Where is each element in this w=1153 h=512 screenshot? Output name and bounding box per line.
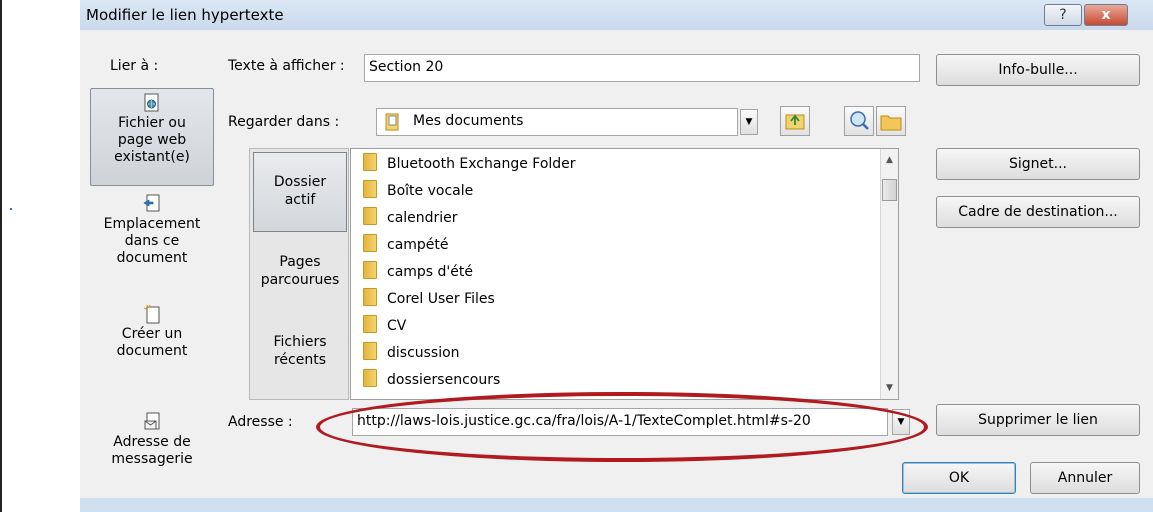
web-page-icon — [144, 93, 159, 112]
help-button[interactable]: ? — [1044, 4, 1082, 26]
nav-email-address[interactable]: Adresse de messagerie — [90, 412, 214, 476]
hyperlink-dialog: Modifier le lien hypertexte ? x Lier à :… — [80, 0, 1153, 512]
scroll-up-arrow[interactable]: ▲ — [881, 151, 898, 169]
display-text-label: Texte à afficher : — [228, 58, 345, 74]
target-frame-button[interactable]: Cadre de destination... — [936, 196, 1140, 228]
nav-existing-file[interactable]: Fichier ou page web existant(e) — [90, 88, 214, 186]
look-in-value: Mes documents — [413, 113, 524, 129]
file-name: dossiersencours — [387, 372, 501, 388]
shortcuts-pane: Dossier actif Pages parcourues Fichiers … — [249, 148, 349, 400]
file-row[interactable]: Bluetooth Exchange Folder — [363, 152, 576, 176]
nav-create-line2: document — [116, 343, 188, 359]
folder-icon — [363, 207, 377, 225]
nav-email-line2: messagerie — [111, 451, 193, 467]
nav-create-document[interactable]: Créer un document — [90, 304, 214, 374]
nav-existing-line3: existant(e) — [114, 149, 190, 165]
cancel-button[interactable]: Annuler — [1030, 462, 1140, 494]
file-name: Bluetooth Exchange Folder — [387, 156, 576, 172]
file-row[interactable]: Boîte vocale — [363, 179, 473, 203]
file-row[interactable]: dossiersencours — [363, 368, 500, 392]
folder-icon — [363, 153, 377, 171]
file-name: campété — [387, 237, 449, 253]
address-input[interactable]: http://laws-lois.justice.gc.ca/fra/lois/… — [352, 408, 888, 436]
folder-icon — [363, 315, 377, 333]
up-folder-button[interactable] — [780, 106, 810, 136]
nav-place-line1: Emplacement — [103, 216, 201, 232]
page-border-left — [0, 0, 2, 512]
file-list[interactable]: Bluetooth Exchange Folder Boîte vocale c… — [350, 148, 899, 400]
file-row[interactable]: campété — [363, 233, 449, 257]
file-row[interactable]: Corel User Files — [363, 287, 495, 311]
scroll-down-arrow[interactable]: ▼ — [881, 379, 898, 397]
shortcut-recent-line1: Fichiers — [273, 334, 327, 350]
bookmark-button[interactable]: Signet... — [936, 148, 1140, 180]
file-name: discussion — [387, 345, 460, 361]
file-list-scrollbar[interactable]: ▲ ▼ — [880, 149, 898, 399]
shortcut-current-line2: actif — [284, 192, 316, 208]
file-name: calendrier — [387, 210, 458, 226]
document-place-icon — [143, 194, 160, 212]
browse-file-button[interactable] — [876, 106, 906, 136]
look-in-label: Regarder dans : — [228, 114, 340, 130]
nav-place-line3: document — [116, 250, 188, 266]
close-button[interactable]: x — [1084, 4, 1128, 26]
window-bottom-edge — [80, 498, 1153, 512]
folder-icon — [363, 288, 377, 306]
shortcut-browsed-line1: Pages — [279, 254, 321, 270]
browse-file-icon — [880, 115, 902, 131]
nav-existing-line2: page web — [117, 132, 187, 148]
folder-icon — [363, 234, 377, 252]
nav-create-line1: Créer un — [121, 326, 183, 342]
remove-link-button[interactable]: Supprimer le lien — [936, 404, 1140, 436]
file-name: camps d'été — [387, 264, 473, 280]
new-document-icon — [143, 304, 160, 324]
ok-button[interactable]: OK — [902, 462, 1016, 494]
folder-icon — [363, 180, 377, 198]
email-icon — [144, 412, 160, 430]
display-text-input[interactable]: Section 20 — [364, 54, 920, 82]
folder-icon — [363, 342, 377, 360]
nav-email-line1: Adresse de — [113, 434, 191, 450]
browse-web-icon — [850, 111, 869, 130]
file-name: Boîte vocale — [387, 183, 474, 199]
shortcut-recent-line2: récents — [273, 352, 327, 368]
shortcut-browsed-line2: parcourues — [260, 272, 340, 288]
title-bar[interactable]: Modifier le lien hypertexte ? x — [80, 0, 1153, 30]
browse-web-button[interactable] — [844, 106, 874, 136]
file-row[interactable]: camps d'été — [363, 260, 473, 284]
file-row[interactable]: discussion — [363, 341, 460, 365]
folder-icon — [363, 261, 377, 279]
screentip-button[interactable]: Info-bulle... — [936, 54, 1140, 86]
nav-existing-line1: Fichier ou — [118, 115, 186, 131]
look-in-dropdown-arrow[interactable]: ▼ — [740, 109, 758, 135]
file-name: Corel User Files — [387, 291, 495, 307]
documents-folder-icon — [385, 113, 399, 131]
stray-mark — [10, 208, 12, 210]
dialog-title: Modifier le lien hypertexte — [86, 6, 284, 24]
shortcut-browsed-pages[interactable]: Pages parcourues — [253, 253, 347, 297]
up-folder-icon — [785, 114, 805, 130]
nav-place-in-document[interactable]: Emplacement dans ce document — [90, 192, 214, 284]
link-to-label: Lier à : — [110, 58, 159, 74]
shortcut-current-line1: Dossier — [273, 174, 327, 190]
file-row[interactable]: calendrier — [363, 206, 458, 230]
address-label: Adresse : — [228, 414, 293, 430]
shortcut-current-folder[interactable]: Dossier actif — [253, 152, 347, 232]
nav-place-line2: dans ce — [124, 233, 180, 249]
scroll-thumb[interactable] — [882, 179, 897, 201]
address-dropdown-arrow[interactable]: ▼ — [892, 409, 910, 435]
file-name: CV — [387, 318, 407, 334]
shortcut-recent-files[interactable]: Fichiers récents — [253, 333, 347, 377]
folder-icon — [363, 369, 377, 387]
look-in-select[interactable]: Mes documents — [376, 108, 738, 136]
file-row[interactable]: CV — [363, 314, 406, 338]
